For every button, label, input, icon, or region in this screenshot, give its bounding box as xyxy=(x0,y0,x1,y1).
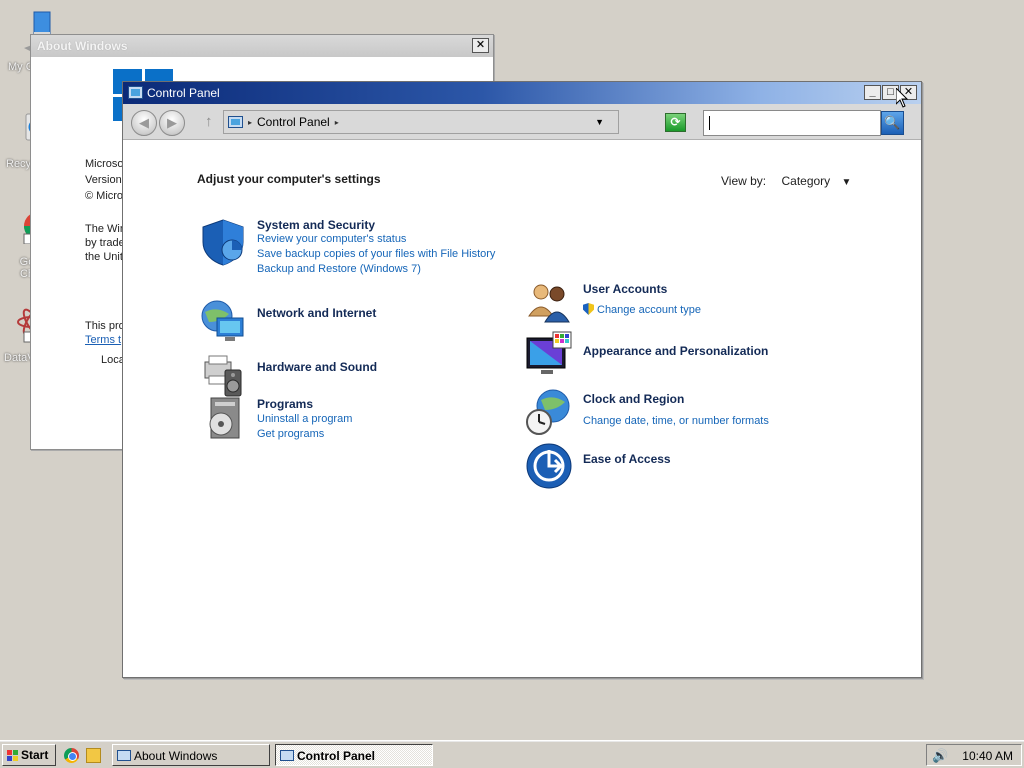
view-by-label: View by: xyxy=(721,174,767,188)
close-button[interactable]: ✕ xyxy=(472,38,489,53)
control-panel-icon xyxy=(228,116,243,128)
category-clock-region: Clock and Region Change date, time, or n… xyxy=(525,388,825,438)
category-link[interactable]: Backup and Restore (Windows 7) xyxy=(257,263,421,275)
volume-icon[interactable]: 🔊 xyxy=(932,748,948,764)
breadcrumb-separator-icon[interactable]: ▸ xyxy=(335,118,339,127)
window-icon xyxy=(117,750,131,761)
monitor-palette-icon xyxy=(526,331,572,374)
programs-disc-icon xyxy=(209,397,240,439)
search-input[interactable] xyxy=(703,110,881,136)
taskbar-item-label: About Windows xyxy=(134,749,218,763)
address-bar[interactable]: ▸ Control Panel ▸ ▼ xyxy=(223,110,619,134)
back-button[interactable]: ◀ xyxy=(131,110,157,136)
system-tray: 🔊 10:40 AM xyxy=(926,744,1022,766)
category-appearance-personalization: Appearance and Personalization xyxy=(525,330,825,380)
category-link[interactable]: Change date, time, or number formats xyxy=(583,415,769,427)
globe-network-icon xyxy=(201,300,244,341)
minimize-button[interactable]: _ xyxy=(864,85,881,100)
view-by: View by: Category ▼ xyxy=(721,174,851,188)
control-panel-content: Adjust your computer's settings View by:… xyxy=(123,140,921,678)
control-panel-icon xyxy=(128,86,143,99)
category-link[interactable]: Uninstall a program xyxy=(257,413,352,425)
forward-button[interactable]: ▶ xyxy=(159,110,185,136)
category-link[interactable]: Get programs xyxy=(257,428,324,440)
terms-link-text[interactable]: Terms t xyxy=(85,334,121,346)
about-text-line: The Win xyxy=(85,223,126,235)
taskbar-item-label: Control Panel xyxy=(297,749,376,763)
shield-icon xyxy=(202,219,244,266)
clock[interactable]: 10:40 AM xyxy=(962,749,1013,763)
category-title-link[interactable]: Hardware and Sound xyxy=(257,360,377,374)
category-link-text[interactable]: Change account type xyxy=(597,304,701,316)
category-title-link[interactable]: Ease of Access xyxy=(583,452,671,466)
category-link[interactable]: Change account type xyxy=(583,303,701,316)
text-caret xyxy=(709,115,710,130)
ease-of-access-icon xyxy=(526,443,572,489)
windows-flag-icon xyxy=(7,750,18,761)
category-title-link[interactable]: Network and Internet xyxy=(257,306,376,320)
mouse-cursor-icon xyxy=(896,88,908,108)
category-title-link[interactable]: User Accounts xyxy=(583,282,667,296)
chevron-down-icon[interactable]: ▼ xyxy=(842,177,852,188)
clock-globe-icon xyxy=(526,389,570,435)
printer-speaker-icon xyxy=(204,355,242,397)
control-panel-titlebar[interactable]: Control Panel _ □ ✕ xyxy=(123,82,921,104)
page-title: Adjust your computer's settings xyxy=(197,172,381,186)
control-panel-window[interactable]: Control Panel _ □ ✕ ◀ ▶ ↑ ▸ Control Pane… xyxy=(122,81,922,678)
window-title: About Windows xyxy=(37,39,128,53)
view-by-dropdown[interactable]: Category xyxy=(781,174,830,188)
about-terms-link[interactable]: Terms t xyxy=(85,333,121,348)
about-text-line: © Micro xyxy=(85,190,124,202)
search-button[interactable]: 🔍 xyxy=(881,111,904,135)
breadcrumb-control-panel[interactable]: Control Panel xyxy=(257,115,330,129)
start-button[interactable]: Start xyxy=(2,744,56,766)
control-panel-icon xyxy=(280,750,294,761)
category-title-link[interactable]: Programs xyxy=(257,397,313,411)
up-arrow-icon[interactable]: ↑ xyxy=(205,113,213,130)
desktop-icon-label: Recy xyxy=(6,158,32,170)
about-text-line: This pro xyxy=(85,320,125,332)
category-link[interactable]: Save backup copies of your files with Fi… xyxy=(257,248,495,260)
category-ease-of-access: Ease of Access xyxy=(525,442,785,492)
about-text-line: Microso xyxy=(85,158,124,170)
about-text-line: Version xyxy=(85,174,122,186)
category-title-link[interactable]: Appearance and Personalization xyxy=(583,344,768,358)
about-text-line: the Unit xyxy=(85,251,123,263)
category-user-accounts: User Accounts Change account type xyxy=(525,278,785,328)
window-controls: _ □ ✕ xyxy=(864,85,917,100)
category-programs: Programs Uninstall a program Get program… xyxy=(199,394,459,452)
file-explorer-icon[interactable] xyxy=(86,748,101,763)
category-network-internet: Network and Internet xyxy=(199,298,459,348)
window-title: Control Panel xyxy=(147,86,220,100)
taskbar-item-about-windows[interactable]: About Windows xyxy=(112,744,270,766)
about-text-line: by trade xyxy=(85,237,125,249)
category-title-link[interactable]: Clock and Region xyxy=(583,392,684,406)
users-icon xyxy=(528,284,570,323)
breadcrumb-separator-icon[interactable]: ▸ xyxy=(248,118,252,127)
taskbar-item-control-panel[interactable]: Control Panel xyxy=(275,744,433,766)
taskbar: Start About Windows Control Panel 🔊 10:4… xyxy=(0,740,1024,768)
address-dropdown-icon[interactable]: ▼ xyxy=(595,117,604,127)
uac-shield-icon xyxy=(583,303,594,315)
category-title-link[interactable]: System and Security xyxy=(257,218,375,232)
start-label: Start xyxy=(21,748,49,762)
navigation-toolbar: ◀ ▶ ↑ ▸ Control Panel ▸ ▼ ⟳ 🔍 xyxy=(123,104,921,140)
chrome-icon[interactable] xyxy=(64,748,79,763)
refresh-button[interactable]: ⟳ xyxy=(665,113,686,132)
category-system-security: System and Security Review your computer… xyxy=(199,218,519,280)
about-windows-titlebar[interactable]: About Windows ✕ xyxy=(31,35,493,57)
category-link[interactable]: Review your computer's status xyxy=(257,233,406,245)
